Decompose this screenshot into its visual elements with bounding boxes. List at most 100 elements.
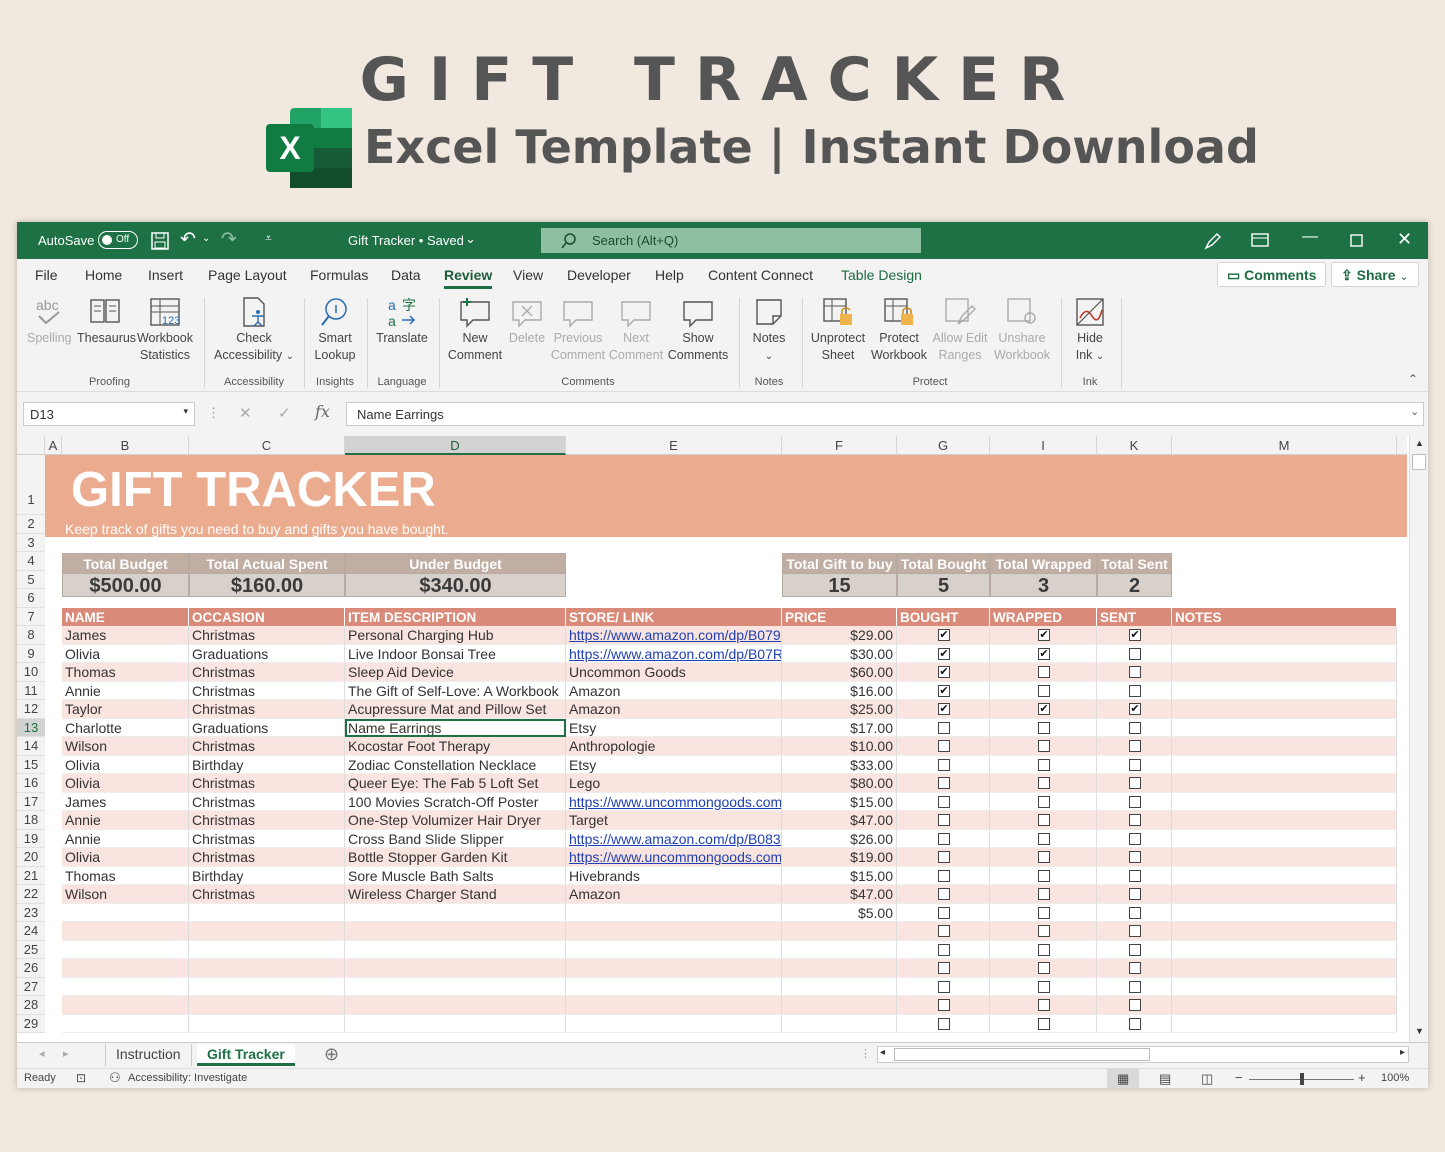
wrapped-checkbox[interactable] [1038, 888, 1050, 900]
bought-checkbox[interactable] [938, 906, 950, 919]
enter-formula-icon[interactable]: ✓ [278, 404, 291, 422]
cell-name[interactable]: James [62, 626, 189, 645]
column-header-c[interactable]: C [189, 436, 345, 455]
cell-price[interactable]: $26.00 [782, 829, 897, 848]
cell-price[interactable]: $15.00 [782, 866, 897, 885]
unprotect-sheet-button[interactable]: Unprotect Sheet [807, 296, 869, 364]
cell-store[interactable]: https://www.amazon.com/dp/B083\ [566, 829, 782, 848]
cell-occasion[interactable]: Christmas [189, 737, 345, 756]
wrapped-checkbox[interactable] [1038, 758, 1050, 771]
bought-checkbox[interactable]: ✔ [938, 684, 950, 697]
delete-comment-button[interactable]: Delete [507, 296, 547, 347]
cell-price[interactable]: $19.00 [782, 848, 897, 867]
row-header-19[interactable]: 19 [17, 829, 45, 848]
wrapped-checkbox[interactable]: ✔ [1038, 703, 1050, 715]
allow-edit-ranges-button[interactable]: Allow Edit Ranges [929, 296, 991, 364]
cell-store[interactable]: Target [566, 811, 782, 830]
minimize-icon[interactable]: — [1302, 228, 1318, 246]
select-all-corner[interactable] [17, 436, 45, 455]
cell-store[interactable]: https://www.amazon.com/dp/B0798 [566, 626, 782, 645]
cell-price[interactable]: $60.00 [782, 663, 897, 682]
cell-item[interactable]: Personal Charging Hub [345, 626, 566, 645]
vertical-scrollbar[interactable]: ▲ ▼ [1409, 436, 1428, 1042]
name-box[interactable]: D13 ▾ [23, 402, 195, 426]
menu-data[interactable]: Data [391, 267, 421, 283]
bought-checkbox[interactable] [938, 758, 950, 771]
menu-content-connect[interactable]: Content Connect [708, 267, 813, 283]
customize-qat-icon[interactable]: ⩡ [265, 231, 272, 246]
menu-view[interactable]: View [513, 267, 543, 283]
hscroll-left-icon[interactable]: ◂ [880, 1047, 885, 1058]
wrapped-checkbox[interactable] [1038, 851, 1050, 863]
bought-checkbox[interactable] [938, 999, 950, 1011]
cell-price[interactable]: $10.00 [782, 737, 897, 756]
cell-price[interactable]: $25.00 [782, 700, 897, 719]
cell-name[interactable]: James [62, 792, 189, 811]
hscroll-right-icon[interactable]: ▸ [1400, 1047, 1405, 1058]
column-header-g[interactable]: G [897, 436, 990, 455]
page-layout-view-icon[interactable]: ▤ [1159, 1071, 1171, 1087]
cell-price[interactable]: $47.00 [782, 885, 897, 904]
bought-checkbox[interactable] [938, 721, 950, 734]
bought-checkbox[interactable] [938, 740, 950, 752]
bought-checkbox[interactable]: ✔ [938, 647, 950, 660]
cell-name[interactable]: Thomas [62, 866, 189, 885]
insert-function-icon[interactable]: fx [315, 402, 330, 421]
cell-occasion[interactable] [189, 940, 345, 959]
sent-checkbox[interactable] [1129, 740, 1141, 752]
cell-store[interactable]: https://www.uncommongoods.com/ [566, 848, 782, 867]
wrapped-checkbox[interactable] [1038, 980, 1050, 993]
bought-checkbox[interactable] [938, 925, 950, 937]
cell-item[interactable] [345, 903, 566, 922]
row-header-2[interactable]: 2 [17, 515, 45, 534]
bought-checkbox[interactable]: ✔ [938, 629, 950, 641]
cell-price[interactable]: $17.00 [782, 718, 897, 737]
cell-price[interactable] [782, 940, 897, 959]
row-header-5[interactable]: 5 [17, 570, 45, 589]
column-header-f[interactable]: F [782, 436, 897, 455]
cell-item[interactable] [345, 940, 566, 959]
bought-checkbox[interactable] [938, 980, 950, 993]
row-header-24[interactable]: 24 [17, 922, 45, 941]
normal-view-button[interactable]: ▦ [1107, 1069, 1139, 1088]
bought-checkbox[interactable] [938, 832, 950, 845]
sent-checkbox[interactable] [1129, 777, 1141, 789]
sent-checkbox[interactable] [1129, 832, 1141, 845]
cell-store[interactable]: Anthropologie [566, 737, 782, 756]
notes-button[interactable]: Notes ⌄ [745, 296, 793, 365]
row-header-16[interactable]: 16 [17, 774, 45, 793]
cell-name[interactable] [62, 996, 189, 1015]
sent-checkbox[interactable] [1129, 758, 1141, 771]
cell-name[interactable] [62, 940, 189, 959]
sent-checkbox[interactable] [1129, 943, 1141, 956]
wrapped-checkbox[interactable] [1038, 740, 1050, 752]
sent-checkbox[interactable] [1129, 980, 1141, 993]
row-header-8[interactable]: 8 [17, 626, 45, 645]
cell-item[interactable]: The Gift of Self-Love: A Workbook [345, 681, 566, 700]
cell-notes[interactable] [1172, 626, 1397, 645]
row-header-23[interactable]: 23 [17, 903, 45, 922]
cell-store[interactable]: https://www.amazon.com/dp/B07RI [566, 644, 782, 663]
wrapped-checkbox[interactable] [1038, 906, 1050, 919]
maximize-icon[interactable] [1350, 234, 1363, 247]
cell-price[interactable]: $15.00 [782, 792, 897, 811]
row-header-26[interactable]: 26 [17, 959, 45, 978]
column-header-a[interactable]: A [45, 436, 62, 455]
sent-checkbox[interactable] [1129, 666, 1141, 678]
column-header-b[interactable]: B [62, 436, 189, 455]
cell-price[interactable]: $47.00 [782, 811, 897, 830]
menu-table-design[interactable]: Table Design [841, 267, 922, 283]
row-header-29[interactable]: 29 [17, 1014, 45, 1033]
cell-occasion[interactable]: Christmas [189, 811, 345, 830]
wrapped-checkbox[interactable] [1038, 869, 1050, 882]
cell-store[interactable]: Lego [566, 774, 782, 793]
bought-checkbox[interactable] [938, 1017, 950, 1030]
menu-formulas[interactable]: Formulas [310, 267, 368, 283]
sent-checkbox[interactable]: ✔ [1129, 703, 1141, 715]
cell-name[interactable]: Charlotte [62, 718, 189, 737]
cell-price[interactable]: $16.00 [782, 681, 897, 700]
cell-name[interactable] [62, 903, 189, 922]
bought-checkbox[interactable] [938, 777, 950, 789]
sent-checkbox[interactable] [1129, 888, 1141, 900]
translate-button[interactable]: a字a Translate [372, 296, 432, 347]
